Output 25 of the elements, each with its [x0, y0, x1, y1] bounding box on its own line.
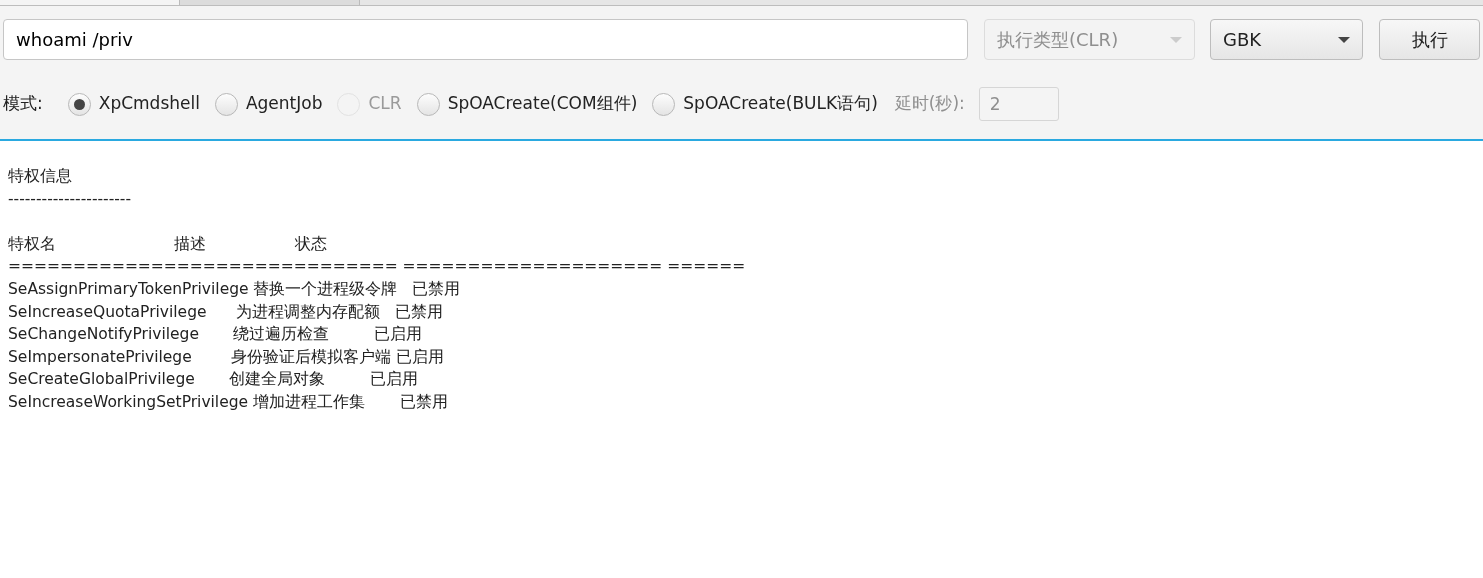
output-line: ---------------------- — [8, 188, 132, 210]
output-line: SeImpersonatePrivilege 身份验证后模拟客户端 已启用 — [8, 346, 445, 368]
command-input[interactable]: whoami /priv — [3, 19, 968, 60]
output-line: 特权名 描述 状态 — [8, 233, 327, 255]
delay-label: 延时(秒): — [894, 92, 965, 116]
caret-icon — [1170, 36, 1182, 43]
radio-button[interactable] — [67, 92, 91, 116]
output-line: SeIncreaseWorkingSetPrivilege 增加进程工作集 已禁用 — [8, 391, 448, 413]
output-line: SeAssignPrimaryTokenPrivilege 替换一个进程级令牌 已禁用 — [8, 278, 461, 300]
radio-button[interactable] — [652, 92, 676, 116]
output-line: SeCreateGlobalPrivilege 创建全局对象 已启用 — [8, 369, 418, 391]
mode-label: 模式: — [3, 92, 43, 116]
mode-radio-option[interactable]: SpOACreate(BULK语句) — [652, 91, 878, 117]
mode-radio-option[interactable]: AgentJob — [214, 91, 323, 117]
output-line: 特权信息 — [8, 166, 72, 187]
mode-radio-option[interactable]: SpOACreate(COM组件) — [416, 91, 638, 117]
execute-button[interactable]: 执行 — [1379, 19, 1480, 60]
encoding-dropdown[interactable]: GBK — [1210, 19, 1363, 60]
radio-button[interactable] — [416, 92, 440, 116]
output-line: SeIncreaseQuotaPrivilege 为进程调整内存配额 已禁用 — [8, 301, 443, 323]
caret-icon — [1338, 36, 1350, 43]
radio-button[interactable] — [214, 92, 238, 116]
output-line: SeChangeNotifyPrivilege 绕过遍历检查 已启用 — [8, 324, 422, 346]
mode-radio-option[interactable]: XpCmdshell — [67, 91, 200, 117]
output-line: ============================== ==================== ====== — [8, 256, 746, 278]
